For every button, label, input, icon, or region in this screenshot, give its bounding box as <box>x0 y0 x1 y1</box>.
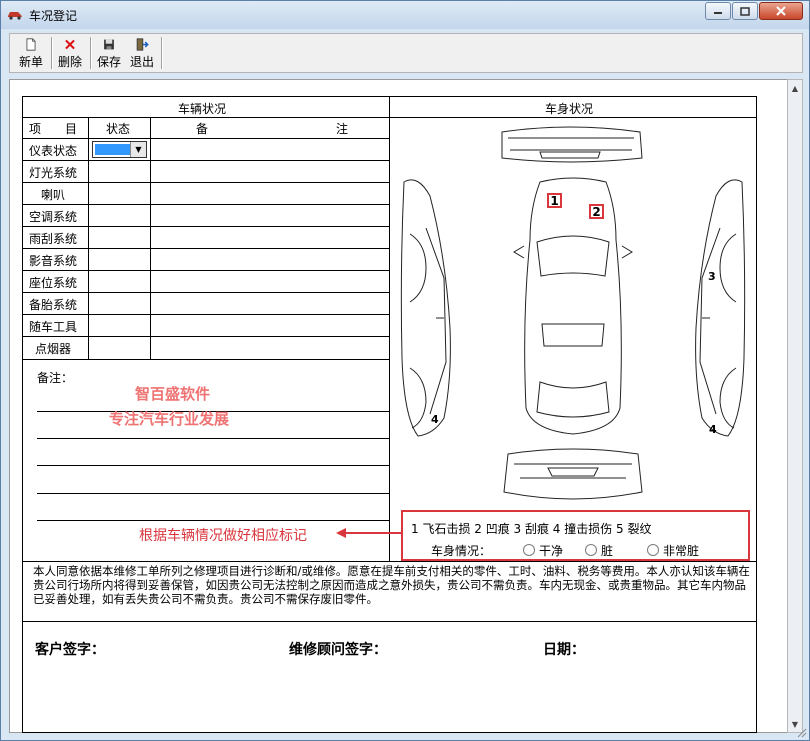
row-label: 随车工具 <box>29 320 78 334</box>
row-label: 备胎系统 <box>29 298 78 312</box>
row-label: 喇叭 <box>41 188 66 202</box>
damage-mark-4-right: 4 <box>709 423 717 436</box>
disclaimer-text: 本人同意依据本维修工单所列之修理项目进行诊断和/或维修。愿意在提车前支付相关的零… <box>33 564 750 606</box>
chevron-down-icon[interactable]: ▼ <box>130 142 146 157</box>
maximize-icon <box>740 6 750 16</box>
new-document-icon <box>26 38 36 51</box>
row-label: 灯光系统 <box>29 166 78 180</box>
radio-icon[interactable] <box>647 544 659 556</box>
date-label: 日期： <box>543 642 585 658</box>
row-label: 影音系统 <box>29 254 78 268</box>
maximize-button[interactable] <box>732 2 758 20</box>
vertical-scrollbar[interactable]: ▲ ▼ <box>787 79 803 733</box>
col-note-header-b: 注 <box>336 122 349 136</box>
remarks-label: 备注： <box>37 371 74 385</box>
new-button[interactable]: 新单 <box>16 36 46 70</box>
row-label: 雨刮系统 <box>29 232 78 246</box>
annotation-text: 根据车辆情况做好相应标记 <box>139 528 307 544</box>
delete-label: 删除 <box>57 55 82 69</box>
radio-icon[interactable] <box>523 544 535 556</box>
car-icon <box>8 12 22 20</box>
row-label: 空调系统 <box>29 210 78 224</box>
damage-mark-3: 3 <box>708 270 716 283</box>
condition-dirty-option[interactable]: 脏 <box>585 542 613 559</box>
damage-legend: 1 飞石击损 2 凹痕 3 刮痕 4 撞击损伤 5 裂纹 车身情况： 干净 脏 … <box>401 510 750 561</box>
delete-icon <box>65 39 75 50</box>
vehicle-condition-form: 车辆状况 车身状况 项 目 状态 备 注 仪表状态 灯光系统 喇叭 空调系统 雨… <box>22 96 757 733</box>
damage-mark-4-left: 4 <box>431 413 439 426</box>
toolbar: 新单 删除 保存 退出 <box>9 33 803 73</box>
delete-button[interactable]: 删除 <box>55 36 85 70</box>
title-bar: 车况登记 <box>1 1 809 29</box>
close-icon <box>776 6 786 16</box>
row-label: 点烟器 <box>35 342 72 356</box>
app-window: 车况登记 新单 删除 保存 退出 ▲ ▼ 车辆状况 车身状况 项 目 状态 备 … <box>0 0 810 741</box>
row-label: 仪表状态 <box>29 144 78 158</box>
customer-signature-label: 客户签字： <box>35 642 105 658</box>
radio-icon[interactable] <box>585 544 597 556</box>
damage-mark-2: 2 <box>589 204 604 219</box>
body-status-title: 车身状况 <box>545 102 594 116</box>
arrow-left-icon <box>336 528 401 538</box>
col-note-header-a: 备 <box>196 122 209 136</box>
watermark-line1: 智百盛软件 <box>135 385 211 403</box>
status-dropdown[interactable]: ▼ <box>92 141 147 158</box>
scroll-up-icon[interactable]: ▲ <box>788 80 802 96</box>
exit-button[interactable]: 退出 <box>127 36 157 70</box>
col-status-header: 状态 <box>106 122 131 136</box>
close-button[interactable] <box>759 2 803 20</box>
watermark-line2: 专注汽车行业发展 <box>109 410 230 428</box>
exit-label: 退出 <box>129 55 154 69</box>
window-title: 车况登记 <box>29 9 78 23</box>
save-button[interactable]: 保存 <box>94 36 124 70</box>
new-label: 新单 <box>18 55 43 69</box>
condition-very-dirty-option[interactable]: 非常脏 <box>647 542 699 559</box>
col-item-header: 项 目 <box>29 122 78 136</box>
damage-type-list: 1 飞石击损 2 凹痕 3 刮痕 4 撞击损伤 5 裂纹 <box>411 522 652 536</box>
damage-mark-1: 1 <box>547 193 562 208</box>
row-label: 座位系统 <box>29 276 78 290</box>
save-disk-icon <box>104 39 114 50</box>
minimize-button[interactable] <box>705 2 731 20</box>
condition-label: 车身情况： <box>431 544 492 558</box>
condition-clean-option[interactable]: 干净 <box>523 542 563 559</box>
resize-grip-icon[interactable] <box>795 726 807 738</box>
save-label: 保存 <box>96 55 121 69</box>
advisor-signature-label: 维修顾问签字： <box>289 642 387 658</box>
minimize-icon <box>714 12 722 14</box>
vehicle-status-title: 车辆状况 <box>178 102 227 116</box>
car-body-diagram <box>400 126 746 500</box>
dropdown-selection <box>95 144 131 155</box>
exit-door-icon <box>136 38 149 51</box>
